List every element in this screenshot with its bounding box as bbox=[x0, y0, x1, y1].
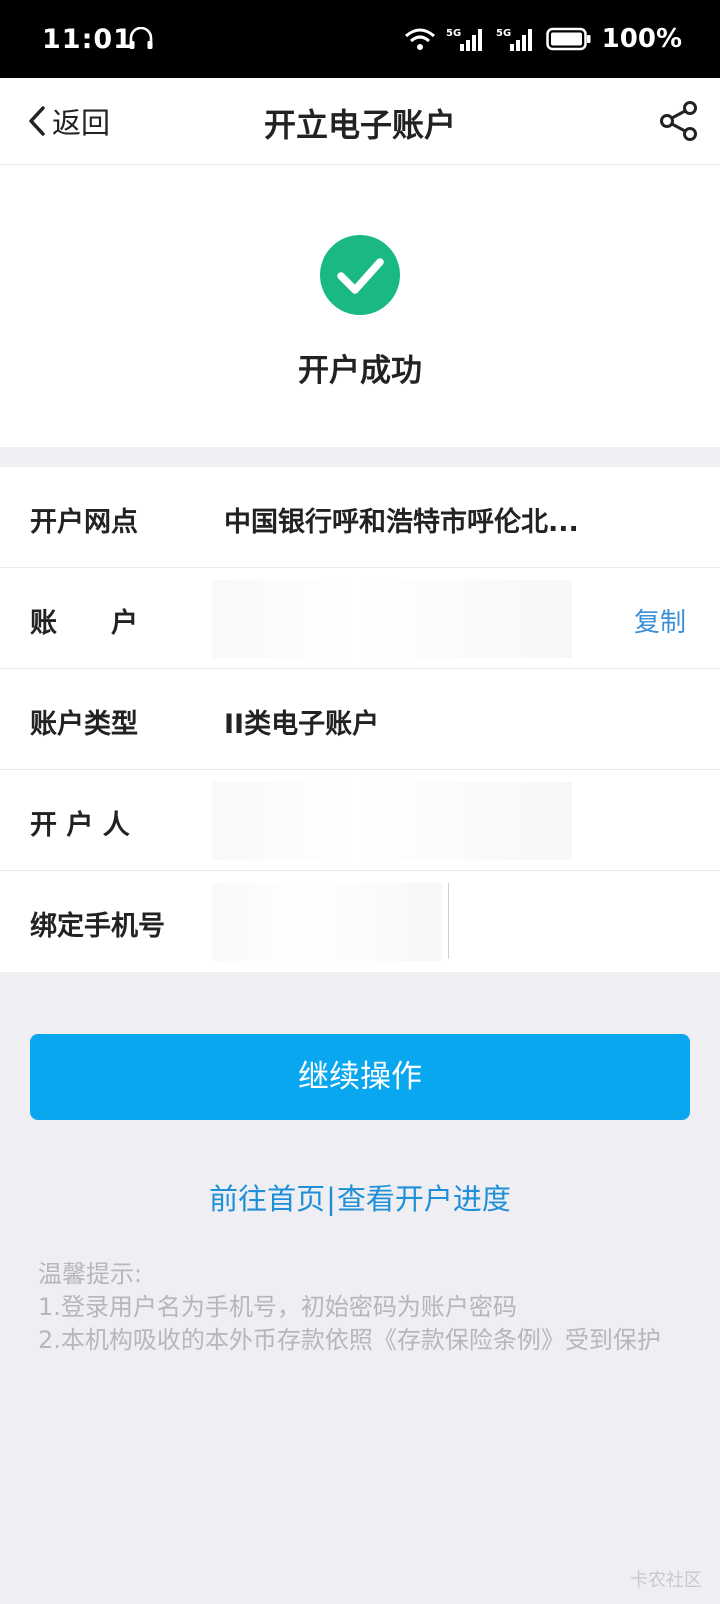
signal-5g-icon: 5G bbox=[446, 28, 482, 51]
home-link[interactable]: 前往首页 bbox=[209, 1182, 325, 1216]
check-circle-icon bbox=[320, 235, 400, 315]
info-row-branch: 开户网点 中国银行呼和浩特市呼伦北... bbox=[0, 467, 720, 568]
info-row-phone: 绑定手机号 bbox=[0, 871, 720, 972]
info-row-account-type: 账户类型 II类电子账户 bbox=[0, 669, 720, 770]
network-label-1: 5G bbox=[446, 28, 461, 39]
branch-value: 中国银行呼和浩特市呼伦北... bbox=[224, 507, 579, 538]
info-row-holder: 开 户 人 bbox=[0, 770, 720, 871]
watermark: 卡农社区 bbox=[630, 1570, 702, 1591]
account-label: 账 户 bbox=[30, 608, 138, 639]
copy-button[interactable]: 复制 bbox=[634, 602, 686, 639]
network-label-2: 5G bbox=[496, 28, 511, 39]
redacted-holder-name bbox=[212, 782, 572, 860]
progress-link[interactable]: 查看开户进度 bbox=[337, 1182, 511, 1216]
branch-label: 开户网点 bbox=[30, 507, 138, 538]
redacted-phone-number bbox=[212, 883, 442, 961]
holder-label: 开 户 人 bbox=[30, 810, 130, 841]
info-row-account: 账 户 复制 bbox=[0, 568, 720, 669]
status-bar: 11:01 5G 5G 100% bbox=[0, 0, 720, 78]
tips-line-2: 2.本机构吸收的本外币存款依照《存款保险条例》受到保护 bbox=[38, 1326, 661, 1354]
account-info-list: 开户网点 中国银行呼和浩特市呼伦北... 账 户 复制 账户类型 II类电子账户… bbox=[0, 467, 720, 972]
tips-line-1: 1.登录用户名为手机号，初始密码为账户密码 bbox=[38, 1293, 517, 1321]
battery-icon bbox=[545, 27, 591, 51]
nav-bar: 返回 开立电子账户 bbox=[0, 78, 720, 165]
headphone-icon bbox=[129, 27, 153, 49]
link-separator: | bbox=[326, 1182, 336, 1216]
wifi-icon bbox=[404, 28, 435, 50]
status-time: 11:01 bbox=[42, 24, 133, 55]
continue-button[interactable]: 继续操作 bbox=[30, 1034, 690, 1120]
battery-percentage: 100% bbox=[601, 24, 682, 54]
success-section: 开户成功 bbox=[0, 165, 720, 447]
phone-label: 绑定手机号 bbox=[30, 911, 165, 942]
signal-5g-icon-2: 5G bbox=[496, 28, 532, 51]
account-type-label: 账户类型 bbox=[30, 709, 138, 740]
page-title: 开立电子账户 bbox=[263, 106, 456, 144]
share-icon[interactable] bbox=[658, 100, 700, 142]
divider bbox=[448, 883, 449, 959]
tips-heading: 温馨提示: bbox=[38, 1260, 143, 1288]
redacted-account-number bbox=[212, 580, 572, 658]
success-title: 开户成功 bbox=[298, 353, 422, 389]
bottom-links: 前往首页|查看开户进度 bbox=[0, 1176, 720, 1218]
status-icons: 5G 5G 100% bbox=[404, 24, 682, 54]
account-type-value: II类电子账户 bbox=[224, 709, 380, 740]
tips-section: 温馨提示: 1.登录用户名为手机号，初始密码为账户密码 2.本机构吸收的本外币存… bbox=[38, 1258, 678, 1357]
